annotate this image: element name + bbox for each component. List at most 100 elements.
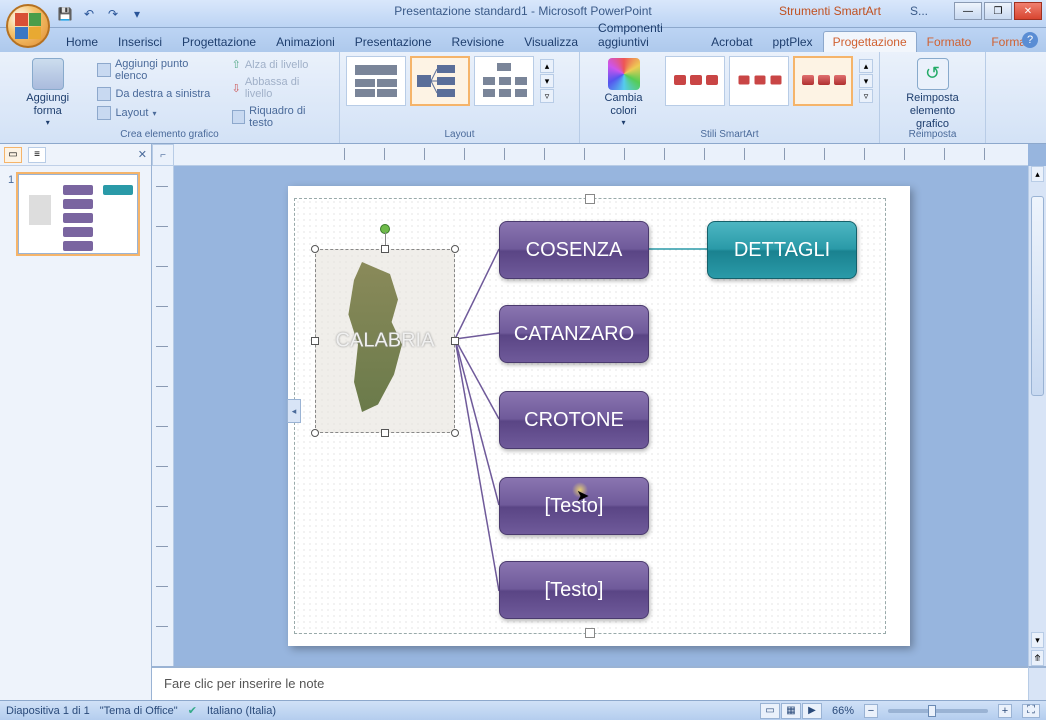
tab-animazioni[interactable]: Animazioni — [266, 31, 345, 52]
undo-icon[interactable]: ↶ — [80, 5, 98, 23]
layout-option-3[interactable] — [474, 56, 534, 106]
office-button[interactable] — [6, 4, 50, 48]
notes-pane[interactable]: Fare clic per inserire le note — [152, 666, 1028, 700]
root-label[interactable]: CALABRIA — [336, 330, 435, 353]
smartart-child-crotone[interactable]: CROTONE — [499, 391, 649, 449]
panel-close-icon[interactable]: ✕ — [138, 148, 147, 161]
layout-button[interactable]: Layout▾ — [93, 104, 223, 122]
slide-editor: ⌐ ◂ — [152, 144, 1046, 700]
qat-more-icon[interactable]: ▾ — [128, 5, 146, 23]
reset-icon: ↺ — [917, 58, 949, 90]
group-title-reimposta: Reimposta — [880, 127, 985, 142]
tab-home[interactable]: Home — [56, 31, 108, 52]
style-down-icon[interactable]: ▾ — [859, 74, 873, 88]
zoom-out-button[interactable]: − — [864, 704, 878, 718]
layout-up-icon[interactable]: ▴ — [540, 59, 554, 73]
close-button[interactable]: ✕ — [1014, 2, 1042, 20]
tab-visualizza[interactable]: Visualizza — [514, 31, 588, 52]
redo-icon[interactable]: ↷ — [104, 5, 122, 23]
resize-handle[interactable] — [381, 245, 389, 253]
normal-view-button[interactable]: ▭ — [760, 703, 780, 719]
zoom-in-button[interactable]: + — [998, 704, 1012, 718]
text-pane-toggle[interactable]: ◂ — [287, 399, 301, 423]
tab-revisione[interactable]: Revisione — [442, 31, 515, 52]
group-title-crea: Crea elemento grafico — [0, 127, 339, 142]
smartart-root-node[interactable]: CALABRIA — [315, 249, 455, 433]
maximize-button[interactable]: ❐ — [984, 2, 1012, 20]
add-shape-button[interactable]: Aggiungi forma ▾ — [6, 56, 89, 130]
language-label[interactable]: Italiano (Italia) — [207, 705, 276, 717]
layout1-icon — [351, 61, 401, 101]
fit-window-button[interactable]: ⛶ — [1022, 704, 1040, 718]
prev-slide-icon[interactable]: ⤊ — [1031, 650, 1044, 666]
demote-button[interactable]: ⇩Abbassa di livello — [228, 74, 333, 102]
layout-option-1[interactable] — [346, 56, 406, 106]
style-option-2[interactable] — [729, 56, 789, 106]
tab-pptplex[interactable]: pptPlex — [763, 31, 823, 52]
thumbnail-image[interactable] — [18, 174, 138, 254]
sorter-view-button[interactable]: ▦ — [781, 703, 801, 719]
resize-handle[interactable] — [451, 429, 459, 437]
resize-handle[interactable] — [311, 337, 319, 345]
layout3-icon — [479, 61, 529, 101]
zoom-knob[interactable] — [928, 705, 936, 717]
save-icon[interactable]: 💾 — [56, 5, 74, 23]
tab-progettazione[interactable]: Progettazione — [172, 31, 266, 52]
help-icon[interactable]: ? — [1022, 32, 1038, 48]
style-up-icon[interactable]: ▴ — [859, 59, 873, 73]
change-colors-button[interactable]: Cambia colori ▾ — [586, 56, 661, 130]
style-option-1[interactable] — [665, 56, 725, 106]
zoom-slider[interactable] — [888, 709, 988, 713]
smartart-detail-node[interactable]: DETTAGLI — [707, 221, 857, 279]
rtl-button[interactable]: Da destra a sinistra — [93, 85, 223, 103]
ribbon-tabs: Home Inserisci Progettazione Animazioni … — [0, 28, 1046, 52]
notes-scrollbar[interactable] — [1028, 666, 1046, 700]
style-option-3[interactable] — [793, 56, 853, 106]
layout-option-2[interactable] — [410, 56, 470, 106]
tab-smartart-progettazione[interactable]: Progettazione — [823, 31, 917, 52]
window-title: Presentazione standard1 - Microsoft Powe… — [394, 4, 651, 18]
resize-handle[interactable] — [381, 429, 389, 437]
slide-thumbnail-1[interactable]: 1 — [8, 174, 143, 254]
promote-button[interactable]: ⇧Alza di livello — [228, 56, 333, 73]
tab-smartart-formato[interactable]: Formato — [917, 31, 982, 52]
vertical-scrollbar[interactable]: ▴ ▾ ⤊ ⤋ — [1028, 166, 1046, 700]
scroll-down-icon[interactable]: ▾ — [1031, 632, 1044, 648]
tab-componenti[interactable]: Componenti aggiuntivi — [588, 17, 701, 52]
minimize-button[interactable]: — — [954, 2, 982, 20]
smartart-child-testo-2[interactable]: [Testo] — [499, 561, 649, 619]
change-colors-icon — [608, 58, 640, 90]
group-title-stili: Stili SmartArt — [580, 127, 879, 142]
resize-handle[interactable] — [311, 429, 319, 437]
smartart-child-cosenza[interactable]: COSENZA — [499, 221, 649, 279]
layout-down-icon[interactable]: ▾ — [540, 74, 554, 88]
smartart-child-testo-1[interactable]: [Testo] — [499, 477, 649, 535]
vertical-ruler[interactable] — [152, 166, 174, 700]
horizontal-ruler[interactable] — [174, 144, 1028, 166]
group-title-layout: Layout — [340, 127, 579, 142]
zoom-percent[interactable]: 66% — [832, 705, 854, 717]
add-bullet-button[interactable]: Aggiungi punto elenco — [93, 56, 223, 84]
tab-acrobat[interactable]: Acrobat — [701, 31, 762, 52]
slide-indicator: Diapositiva 1 di 1 — [6, 705, 90, 717]
layout-more-icon[interactable]: ▿ — [540, 89, 554, 103]
smartart-child-catanzaro[interactable]: CATANZARO — [499, 305, 649, 363]
slideshow-view-button[interactable]: ▶ — [802, 703, 822, 719]
scrollbar-thumb[interactable] — [1031, 196, 1044, 396]
slides-tab[interactable]: ▭ — [4, 147, 22, 163]
slide-canvas[interactable]: ◂ — [288, 186, 910, 646]
smartart-container[interactable]: ◂ — [294, 198, 886, 634]
resize-handle[interactable] — [451, 245, 459, 253]
style-more-icon[interactable]: ▿ — [859, 89, 873, 103]
scroll-up-icon[interactable]: ▴ — [1031, 166, 1044, 182]
resize-handle[interactable] — [451, 337, 459, 345]
tab-inserisci[interactable]: Inserisci — [108, 31, 172, 52]
notes-placeholder: Fare clic per inserire le note — [164, 676, 324, 691]
reset-button[interactable]: ↺ Reimposta elemento grafico — [886, 56, 979, 134]
resize-handle[interactable] — [311, 245, 319, 253]
ruler-corner: ⌐ — [152, 144, 174, 166]
spellcheck-icon[interactable]: ✔ — [188, 704, 197, 717]
outline-tab[interactable]: ≡ — [28, 147, 46, 163]
work-area: ▭ ≡ ✕ 1 ⌐ — [0, 144, 1046, 700]
tab-presentazione[interactable]: Presentazione — [345, 31, 442, 52]
